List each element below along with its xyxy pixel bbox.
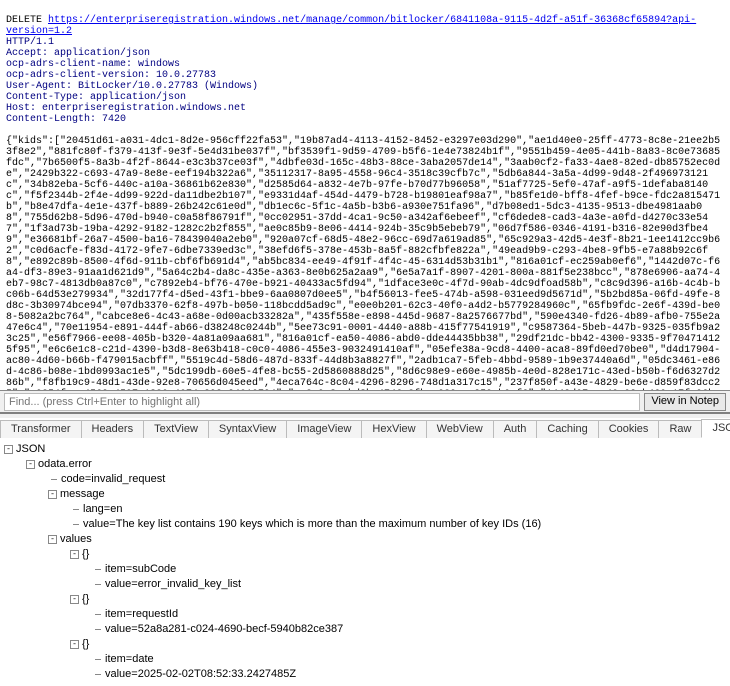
tab-headers[interactable]: Headers: [81, 420, 145, 438]
tab-transformer[interactable]: Transformer: [0, 420, 82, 438]
tab-cookies[interactable]: Cookies: [598, 420, 660, 438]
tab-auth[interactable]: Auth: [493, 420, 538, 438]
json-tree[interactable]: - JSON - odata.error code=invalid_reques…: [0, 438, 730, 686]
collapse-icon[interactable]: -: [4, 445, 13, 454]
hdr-3: User-Agent: BitLocker/10.0.27783 (Window…: [6, 81, 258, 92]
odata-error-node[interactable]: - odata.error: [26, 457, 726, 472]
tab-json[interactable]: JSON: [701, 419, 730, 438]
json-root-node[interactable]: - JSON: [4, 442, 726, 457]
request-url[interactable]: https://enterpriseregistration.windows.n…: [6, 15, 696, 37]
hdr-4: Content-Type: application/json: [6, 92, 186, 103]
hdr-1: ocp-adrs-client-name: windows: [6, 59, 180, 70]
collapse-icon[interactable]: -: [26, 460, 35, 469]
raw-request-panel: DELETE https://enterpriseregistration.wi…: [0, 0, 730, 390]
response-inspector-tabs: Transformer Headers TextView SyntaxView …: [0, 418, 730, 438]
code-leaf[interactable]: code=invalid_request: [48, 472, 726, 487]
http-version: HTTP/1.1: [6, 37, 54, 48]
tab-imageview[interactable]: ImageView: [286, 420, 362, 438]
values-1-node[interactable]: - {}: [70, 592, 726, 607]
subcode-value-leaf[interactable]: value=error_invalid_key_list: [92, 577, 726, 592]
find-input[interactable]: [4, 393, 640, 411]
requestid-item-leaf[interactable]: item=requestId: [92, 607, 726, 622]
message-node[interactable]: - message: [48, 487, 726, 502]
values-2-node[interactable]: - {}: [70, 637, 726, 652]
collapse-icon[interactable]: -: [70, 595, 79, 604]
view-in-notepad-button[interactable]: View in Notep: [644, 393, 726, 411]
requestid-value-leaf[interactable]: value=52a8a281-c024-4690-becf-5940b82ce3…: [92, 622, 726, 637]
tab-raw[interactable]: Raw: [658, 420, 702, 438]
collapse-icon[interactable]: -: [70, 550, 79, 559]
collapse-icon[interactable]: -: [48, 535, 57, 544]
tab-hexview[interactable]: HexView: [361, 420, 426, 438]
hdr-6: Content-Length: 7420: [6, 114, 126, 125]
values-node[interactable]: - values: [48, 532, 726, 547]
tab-webview[interactable]: WebView: [426, 420, 494, 438]
message-value-leaf[interactable]: value=The key list contains 190 keys whi…: [70, 517, 726, 532]
hdr-2: ocp-adrs-client-version: 10.0.27783: [6, 70, 216, 81]
hdr-5: Host: enterpriseregistration.windows.net: [6, 103, 246, 114]
find-bar: View in Notep: [0, 390, 730, 412]
tab-textview[interactable]: TextView: [143, 420, 209, 438]
subcode-item-leaf[interactable]: item=subCode: [92, 562, 726, 577]
hdr-0: Accept: application/json: [6, 48, 150, 59]
collapse-icon[interactable]: -: [48, 490, 57, 499]
values-0-node[interactable]: - {}: [70, 547, 726, 562]
tab-caching[interactable]: Caching: [536, 420, 598, 438]
collapse-icon[interactable]: -: [70, 640, 79, 649]
date-item-leaf[interactable]: item=date: [92, 652, 726, 667]
tab-syntaxview[interactable]: SyntaxView: [208, 420, 287, 438]
lang-leaf[interactable]: lang=en: [70, 502, 726, 517]
date-value-leaf[interactable]: value=2025-02-02T08:52:33.2427485Z: [92, 667, 726, 682]
request-body: {"kids":["20451d61-a031-4dc1-8d2e-956cff…: [6, 136, 724, 390]
http-method: DELETE: [6, 15, 42, 26]
